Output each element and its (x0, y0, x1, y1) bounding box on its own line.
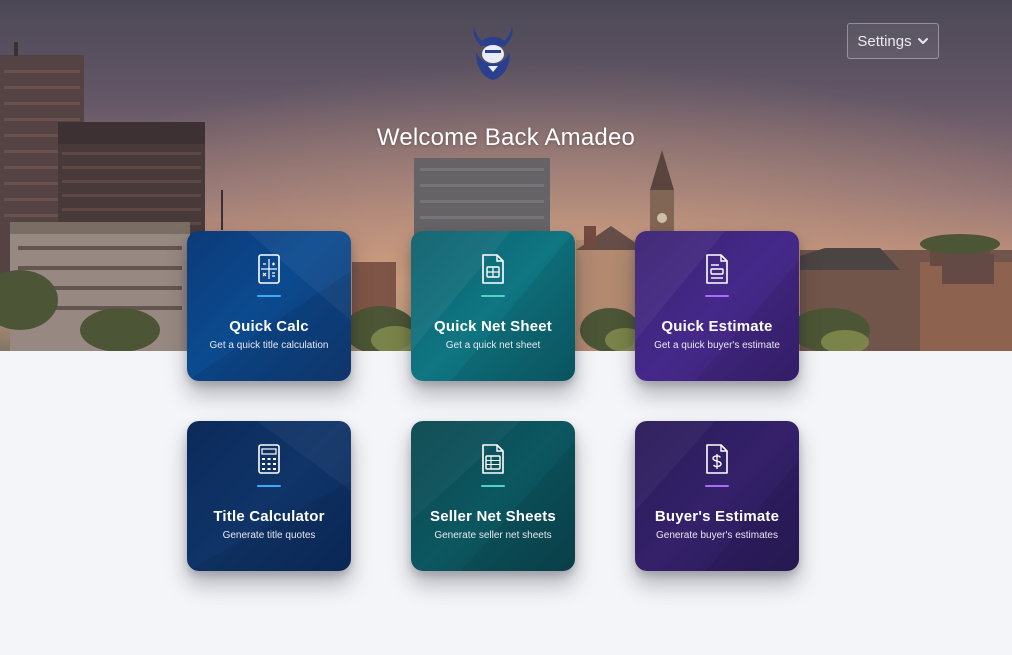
card-accent-bar (481, 485, 505, 487)
viking-mascot-logo-icon (473, 26, 513, 80)
card-title: Seller Net Sheets (430, 508, 556, 525)
viking-logo[interactable] (466, 22, 520, 82)
card-title: Buyer's Estimate (654, 508, 780, 525)
calculator-doc-icon (258, 254, 280, 284)
card-title: Quick Calc (229, 318, 309, 335)
card-accent-bar (705, 295, 729, 297)
dollar-doc-icon (706, 444, 728, 474)
seller-net-sheets-card[interactable]: Seller Net Sheets Generate seller net sh… (411, 421, 575, 571)
card-accent-bar (257, 295, 281, 297)
card-title: Title Calculator (213, 508, 325, 525)
card-subtitle: Generate buyer's estimates (656, 530, 778, 541)
quick-estimate-card[interactable]: Quick Estimate Get a quick buyer's estim… (635, 231, 799, 381)
buyers-estimate-card[interactable]: Buyer's Estimate Generate buyer's estima… (635, 421, 799, 571)
card-subtitle: Generate title quotes (222, 530, 316, 541)
card-subtitle: Get a quick title calculation (209, 340, 329, 351)
card-title: Quick Net Sheet (433, 318, 553, 335)
table-doc-icon (482, 444, 504, 474)
spreadsheet-doc-icon (482, 254, 504, 284)
title-calculator-card[interactable]: Title Calculator Generate title quotes (187, 421, 351, 571)
card-accent-bar (705, 485, 729, 487)
calculator-icon (258, 444, 280, 474)
card-subtitle: Get a quick net sheet (445, 340, 541, 351)
card-accent-bar (481, 295, 505, 297)
card-accent-bar (257, 485, 281, 487)
card-title: Quick Estimate (661, 318, 773, 335)
card-subtitle: Generate seller net sheets (434, 530, 552, 541)
settings-dropdown-button[interactable]: Settings (847, 23, 939, 59)
estimate-doc-icon (706, 254, 728, 284)
card-subtitle: Get a quick buyer's estimate (654, 340, 780, 351)
settings-label: Settings (857, 32, 912, 50)
quick-net-sheet-card[interactable]: Quick Net Sheet Get a quick net sheet (411, 231, 575, 381)
page-title: Welcome Back Amadeo (376, 124, 636, 151)
chevron-down-icon (917, 38, 928, 44)
quick-calc-card[interactable]: Quick Calc Get a quick title calculation (187, 231, 351, 381)
